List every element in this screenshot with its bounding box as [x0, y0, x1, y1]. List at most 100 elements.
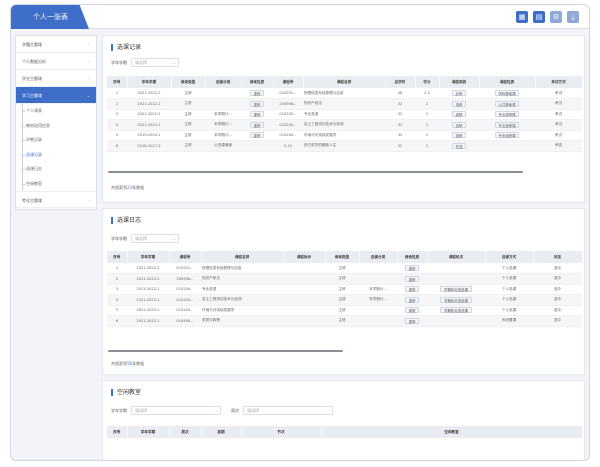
course-records-panel: 选课记录 学年学期 请选择 ⌄ 序号 学年学期 修读类型 选课分类 修读性质 课程号 课程名… — [102, 35, 585, 203]
table-cell: 专业选修课 — [479, 119, 535, 131]
tag-button[interactable]: 任选 — [451, 142, 467, 149]
tag-button[interactable]: 重修 — [249, 111, 265, 118]
tag-button[interactable]: 必修 — [451, 90, 467, 96]
tag-button[interactable]: 选修 — [451, 121, 467, 128]
table-cell: 主修 — [325, 273, 359, 285]
table-cell: 2021-2022-2 — [127, 88, 171, 99]
table-cell: 32 — [385, 119, 415, 131]
sidebar-subitem-free-rooms[interactable]: 空闲教室 — [16, 176, 96, 192]
sidebar-subitem-course-records[interactable]: 选课记录 — [16, 147, 96, 163]
tag-button[interactable]: 选修 — [451, 100, 467, 107]
column-header: 选课方式 — [485, 251, 534, 263]
tag-button[interactable]: 重修 — [249, 121, 265, 128]
layout-icon[interactable]: ▤ — [533, 11, 545, 23]
week-input[interactable]: 请选择 — [243, 406, 333, 415]
table-row[interactable]: 2 2021-2022-2 200906... 知识产权法 主修 重修 个人选课 选中 — [107, 273, 582, 285]
table-cell: 专业英语 — [303, 109, 385, 120]
tag-button[interactable]: 专业选修课 — [494, 111, 520, 118]
sidebar-item-academics[interactable]: 学业主题域 › — [16, 70, 96, 87]
tag-button[interactable]: 重修 — [404, 307, 420, 314]
table-cell: 选中 — [533, 315, 582, 327]
tag-button[interactable]: 公共基础课 — [494, 100, 520, 107]
table-cell: 2021-2022-2 — [127, 273, 169, 285]
tag-button[interactable]: 选修 — [451, 132, 467, 139]
table-cell: 2021-2022-1 — [127, 284, 169, 295]
table-row[interactable]: 4 2021-2022-1 010200... 岩土工程测试技术与检测 主修 本学期计..… — [107, 294, 582, 306]
settings-icon[interactable]: ⚙ — [550, 11, 562, 23]
tag-button[interactable]: 重修 — [249, 90, 265, 96]
column-header: 学分 — [415, 76, 440, 88]
table-row[interactable]: 3 2021-2022-1 010200... 专业英语 主修 本学期计... 重修 学期轮补… — [107, 284, 582, 295]
table-header-row: 序号 学年学期 课程号 课程名称 课程标示 修读类型 选课分类 修读性质 课程轮次 选课方式 状态 — [107, 251, 583, 263]
sidebar-item-enrollment[interactable]: 学籍主题域 › — [16, 36, 96, 53]
column-header: 课程类别 — [439, 76, 480, 88]
tag-button[interactable]: 重修 — [249, 132, 265, 139]
tag-button[interactable]: 重修 — [404, 265, 420, 271]
term-select[interactable]: 请选择 ⌄ — [131, 58, 179, 67]
table-cell: 010201... — [169, 263, 201, 274]
grid-icon[interactable]: ▦ — [516, 11, 528, 23]
column-header: 课程标示 — [283, 251, 326, 263]
column-header: 星期 — [201, 426, 242, 438]
horizontal-scrollbar[interactable] — [108, 350, 343, 352]
tag-button[interactable]: 学期轮补选选课 — [440, 307, 472, 314]
tag-button[interactable]: 重修 — [404, 286, 420, 293]
table-cell: 重修 — [241, 98, 273, 110]
horizontal-scrollbar[interactable] — [108, 171, 523, 173]
table-cell: 学期轮补选选课 — [427, 284, 485, 295]
chevron-right-icon: › — [88, 42, 90, 47]
table-cell: 专业英语 — [201, 284, 283, 295]
tag-button[interactable]: 重修 — [404, 275, 420, 282]
sidebar-subitem-evaluation[interactable]: 评教记录 — [16, 133, 96, 148]
table-row[interactable]: 2 2021-2022-2 主修 重修 200906... 知识产权法 32 2 选修 公共基础课… — [107, 98, 582, 110]
table-row[interactable]: 1 2021-2022-2 010201... 物理信息系统原理与应用 主修 重修 个人选课… — [107, 263, 582, 274]
table-cell: 2019-2020-1 — [127, 130, 171, 141]
sidebar-item-label: 学业主题域 — [22, 76, 42, 81]
table-row[interactable]: 6 2016-2017-2 主修 公选课通道 2-15 西方哲学的趣味人生 32 2 任选 考查 — [107, 140, 582, 152]
download-icon[interactable]: ⤓ — [567, 11, 579, 23]
tag-button[interactable]: 选修 — [451, 111, 467, 118]
table-cell — [427, 273, 485, 285]
tag-button[interactable]: 重修 — [404, 317, 420, 324]
term-select[interactable]: 请选择 ⌄ — [131, 234, 179, 243]
sidebar-item-study[interactable]: 学习主题域 ⌄ — [16, 87, 96, 104]
tag-button[interactable]: 学期轮补选选课 — [440, 286, 472, 293]
app-title-tab[interactable]: 个人一张表 — [11, 5, 89, 29]
table-cell: 2 — [415, 109, 439, 120]
table-row[interactable]: 5 2019-2020-1 主修 本学期计... 重修 010200... 环境与可持续发展… — [107, 130, 582, 141]
table-cell: 2-15 — [273, 140, 303, 152]
tag-button[interactable]: 专业选修课 — [494, 132, 520, 139]
table-row[interactable]: 4 2021-2022-1 主修 本学期计... 重修 010200... 岩土工程测试技术… — [107, 119, 582, 131]
tag-button[interactable]: 专业选修课 — [494, 121, 520, 128]
table-cell: 主修 — [325, 305, 359, 316]
count-suffix: 条数据 — [132, 185, 145, 190]
table-row[interactable]: 5 2021-2022-1 010200... 环境与可持续发展学 主修 重修 学期轮补选选… — [107, 305, 582, 316]
table-cell: 2021-2022-1 — [127, 294, 169, 306]
column-header: 修读类型 — [325, 251, 360, 263]
column-header: 课程轮次 — [427, 251, 486, 263]
table-cell: 48 — [385, 88, 415, 99]
table-cell: 重修 — [241, 119, 273, 131]
table-row[interactable]: 1 2021-2022-2 主修 重修 010201... 物理信息系统原理与应用 48 2.… — [107, 88, 582, 99]
table-cell: 本学期计... — [205, 109, 241, 120]
term-select[interactable]: 请选择 ⌄ — [131, 406, 221, 415]
tag-button[interactable]: 重修 — [404, 296, 420, 303]
table-row[interactable]: 6 2021-2022-1 010400... 采质与政策 主修 重修 系统置课 选中 — [107, 315, 582, 327]
sidebar-subitem-course-log[interactable]: 选课日志 — [16, 162, 96, 177]
sidebar-subitem-textbooks[interactable]: 教材选用信息 — [16, 118, 96, 134]
table-cell: 西方哲学的趣味人生 — [303, 140, 385, 152]
table-row[interactable]: 3 2021-2022-1 主修 本学期计... 重修 010200... 专业英语 32 2 选… — [107, 109, 582, 120]
table-cell: 知识产权法 — [303, 98, 385, 110]
column-header: 课程号 — [273, 76, 304, 88]
tag-button[interactable]: 学期轮补选选课 — [440, 296, 472, 303]
column-header: 课程号 — [169, 251, 202, 263]
tag-button[interactable]: 学科基础课 — [494, 90, 520, 96]
sidebar-subitem-timetable[interactable]: 个人课表 — [16, 104, 96, 119]
table-cell: 32 — [385, 130, 415, 141]
tag-button[interactable]: 重修 — [249, 100, 265, 107]
sidebar-item-personal-analysis[interactable]: 个人数据分析 › — [16, 53, 96, 70]
table-cell: 1 — [107, 263, 127, 274]
table-cell: 主修 — [325, 315, 359, 327]
sidebar-item-exams[interactable]: 考试主题域 › — [16, 191, 96, 208]
top-toolbar: ▦ ▤ ⚙ ⤓ — [516, 11, 579, 23]
